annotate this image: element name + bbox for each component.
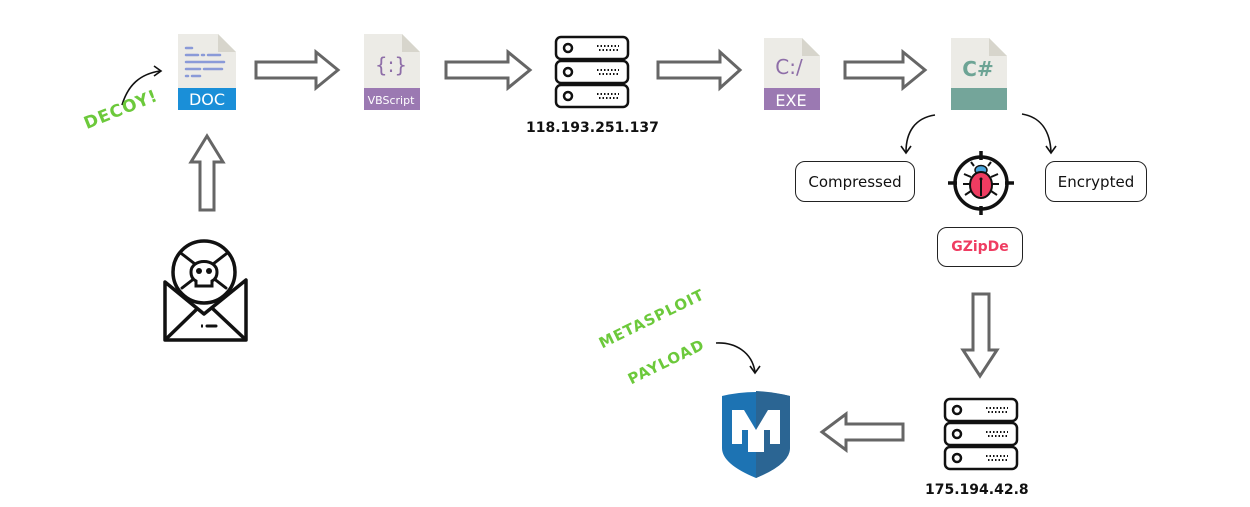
encrypted-label: Encrypted (1057, 172, 1135, 191)
arrow-exe-to-csharp (843, 48, 928, 92)
doc-file-icon[interactable]: DOC (176, 32, 238, 112)
compressed-label: Compressed (808, 172, 902, 191)
csharp-file-icon[interactable]: C# (949, 36, 1009, 112)
malicious-email-icon[interactable] (160, 232, 256, 344)
exe-glyph: C:/ (775, 55, 803, 79)
arrow-email-to-doc (188, 133, 226, 212)
compressed-box[interactable]: Compressed (795, 161, 915, 202)
arrow-doc-to-vbscript (254, 48, 341, 92)
metasploit-shield-icon[interactable] (720, 390, 792, 480)
gzipde-box[interactable]: GZipDe (937, 227, 1023, 267)
server-2-ip: 175.194.42.8 (925, 482, 1029, 498)
exe-file-icon[interactable]: C:/ EXE (762, 36, 822, 112)
vbscript-file-icon[interactable]: {:} VBScript (362, 32, 422, 112)
arrow-server1-to-exe (656, 48, 743, 92)
csharp-glyph: C# (962, 57, 993, 81)
encrypted-box[interactable]: Encrypted (1045, 161, 1147, 202)
server-2-icon[interactable] (942, 396, 1020, 472)
arrow-vbscript-to-server1 (444, 48, 533, 92)
arrow-malware-to-server2 (960, 292, 1000, 379)
gzipde-label: GZipDe (951, 239, 1009, 255)
vbscript-tag: VBScript (368, 94, 415, 107)
server-1-icon[interactable] (553, 34, 631, 110)
arrow-server2-to-metasploit (819, 411, 905, 453)
bug-target-icon (948, 151, 1014, 215)
doc-tag: DOC (189, 90, 225, 109)
arrow-metasploit-pointer (715, 342, 756, 373)
vbscript-glyph: {:} (375, 53, 407, 77)
server-1-ip: 118.193.251.137 (526, 120, 659, 136)
exe-tag: EXE (775, 91, 806, 110)
